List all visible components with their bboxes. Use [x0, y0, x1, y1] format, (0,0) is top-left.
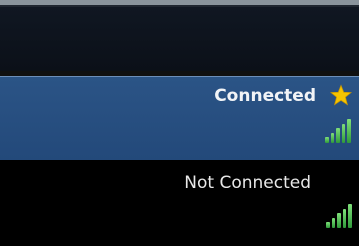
signal-bar — [337, 213, 341, 228]
star-icon — [330, 84, 352, 106]
signal-bar — [341, 124, 346, 143]
top-border — [0, 0, 359, 7]
signal-bar — [348, 204, 352, 228]
network-row-not-connected[interactable]: Not Connected — [0, 160, 359, 246]
signal-bar — [330, 133, 335, 143]
network-status-label: Not Connected — [184, 173, 311, 193]
signal-strength-icon — [326, 204, 352, 228]
network-list-panel: Connected Not Connected — [0, 0, 359, 246]
signal-bar — [326, 222, 330, 228]
signal-bar — [331, 218, 336, 228]
signal-bar — [347, 119, 351, 143]
network-row-connected[interactable]: Connected — [0, 76, 359, 160]
signal-bar — [342, 209, 347, 228]
signal-strength-icon — [325, 119, 351, 143]
network-status-label: Connected — [214, 86, 316, 106]
signal-bar — [336, 128, 340, 143]
panel-header — [0, 7, 359, 71]
signal-bar — [325, 137, 329, 143]
